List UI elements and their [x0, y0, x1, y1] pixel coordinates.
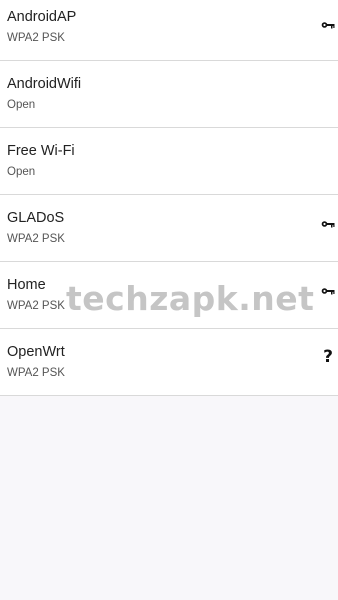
network-ssid: AndroidWifi: [7, 76, 82, 92]
network-security: Open: [7, 166, 36, 178]
network-ssid: Home: [7, 277, 46, 293]
network-security: WPA2 PSK: [7, 32, 65, 44]
network-item-androidwifi[interactable]: AndroidWifi Open: [0, 61, 338, 128]
question-mark-icon: ?: [323, 347, 333, 367]
network-security: WPA2 PSK: [7, 300, 65, 312]
wifi-network-list: AndroidAP WPA2 PSK AndroidWifi Open Free…: [0, 0, 338, 396]
network-security: Open: [7, 99, 36, 111]
network-ssid: Free Wi-Fi: [7, 143, 75, 159]
network-item-free-wifi[interactable]: Free Wi-Fi Open: [0, 128, 338, 195]
network-item-openwrt[interactable]: OpenWrt WPA2 PSK ?: [0, 329, 338, 396]
network-security: WPA2 PSK: [7, 233, 65, 245]
key-icon: [321, 217, 335, 231]
key-icon: [321, 284, 335, 298]
network-ssid: GLADoS: [7, 210, 65, 226]
network-ssid: OpenWrt: [7, 344, 65, 360]
network-security: WPA2 PSK: [7, 367, 65, 379]
watermark: techzapk.net: [66, 279, 315, 318]
key-icon: [321, 18, 335, 32]
network-ssid: AndroidAP: [7, 9, 77, 25]
network-item-androidap[interactable]: AndroidAP WPA2 PSK: [0, 0, 338, 61]
network-item-glados[interactable]: GLADoS WPA2 PSK: [0, 195, 338, 262]
